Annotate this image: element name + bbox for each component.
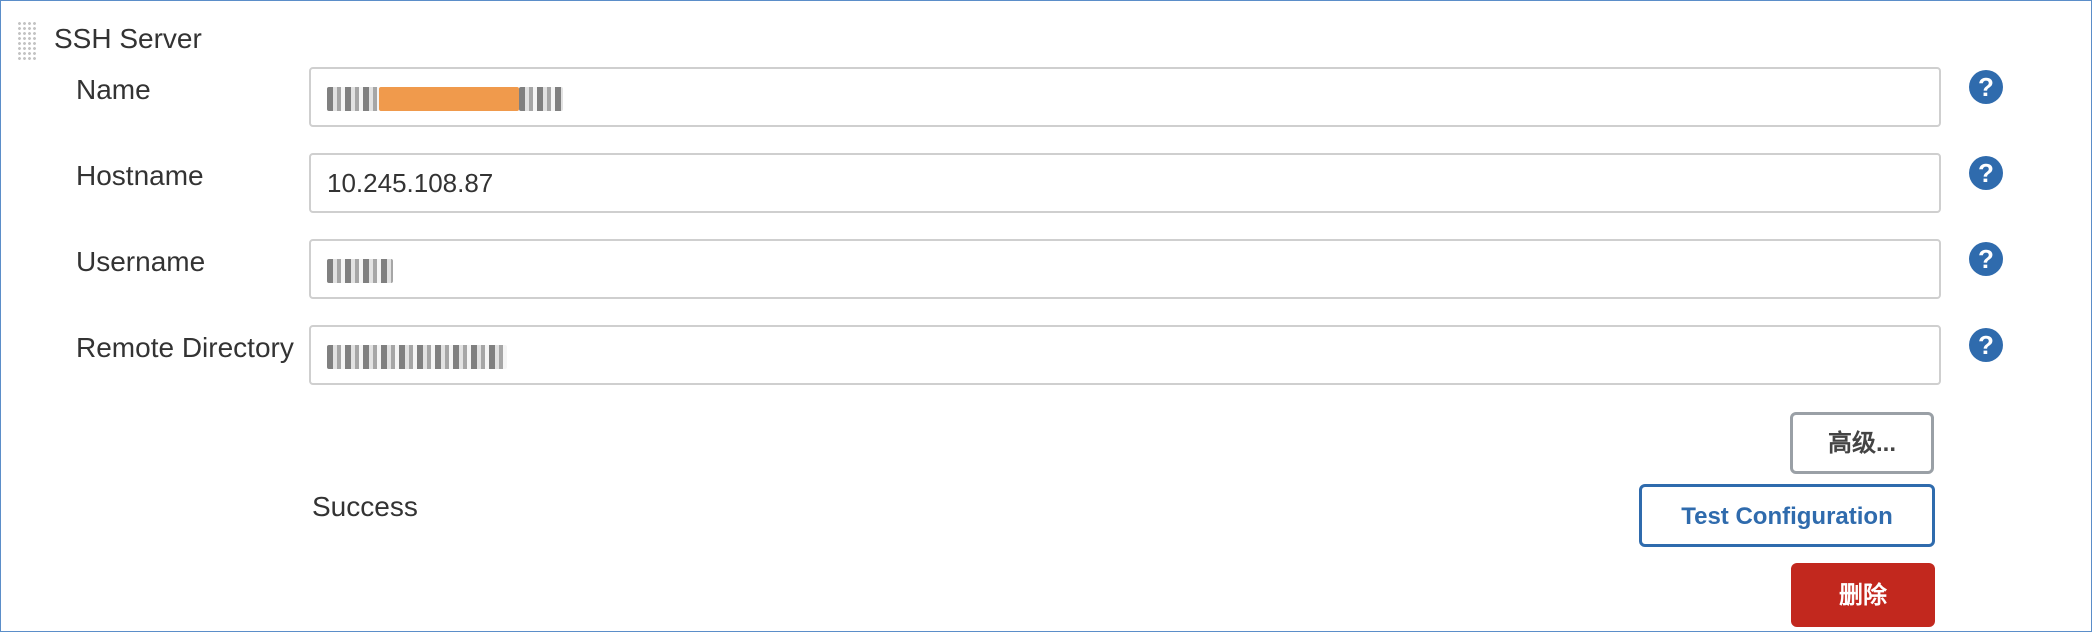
username-help-icon[interactable]: ? [1969, 242, 2003, 276]
delete-button[interactable]: 删除 [1791, 563, 1935, 627]
username-input[interactable] [309, 239, 1941, 299]
test-configuration-button[interactable]: Test Configuration [1639, 484, 1935, 547]
redacted-text [519, 87, 563, 112]
remote-directory-help-icon[interactable]: ? [1969, 328, 2003, 362]
hostname-label: Hostname [76, 160, 204, 191]
username-label: Username [76, 246, 206, 277]
hostname-help-icon[interactable]: ? [1969, 156, 2003, 190]
ssh-server-panel: SSH Server Name ? Hostname 10.245.108.87… [0, 0, 2092, 632]
name-label: Name [76, 74, 151, 105]
redacted-text-highlight [379, 87, 519, 112]
remote-directory-input[interactable] [309, 325, 1941, 385]
remote-directory-label: Remote Directory [76, 332, 294, 363]
advanced-button[interactable]: 高级... [1790, 412, 1934, 474]
redacted-text [327, 87, 379, 112]
name-input[interactable] [309, 67, 1941, 127]
connection-status: Success [312, 491, 418, 522]
name-help-icon[interactable]: ? [1969, 70, 2003, 104]
hostname-input[interactable]: 10.245.108.87 [309, 153, 1941, 213]
drag-handle-icon[interactable] [17, 21, 37, 61]
redacted-text [327, 259, 393, 284]
section-title: SSH Server [54, 23, 202, 54]
redacted-text [327, 345, 507, 370]
